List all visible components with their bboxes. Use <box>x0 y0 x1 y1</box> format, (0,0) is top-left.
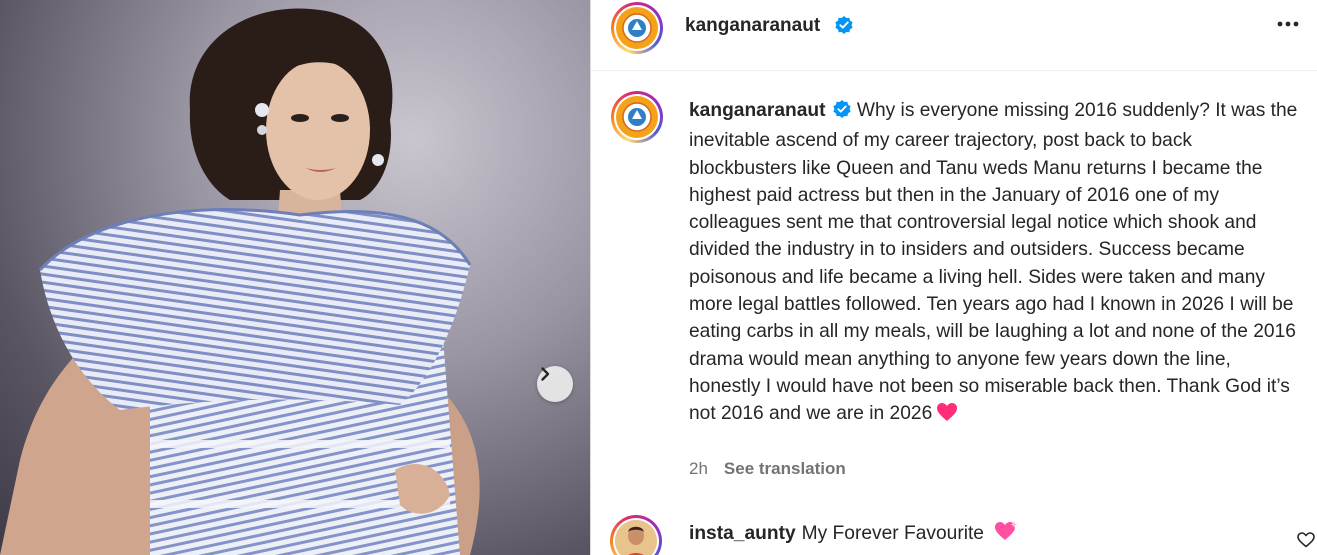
commenter-photo <box>615 520 657 555</box>
author-avatar[interactable] <box>611 2 663 54</box>
post-timestamp: 2h <box>689 459 708 478</box>
author-logo-icon <box>616 96 658 138</box>
more-horizontal-icon <box>1277 21 1299 27</box>
caption-block: kanganaranaut Why is everyone missing 20… <box>591 71 1317 501</box>
more-options-button[interactable] <box>1273 14 1303 34</box>
verified-badge-icon <box>834 15 854 40</box>
post-header: kanganaranaut <box>591 0 1317 71</box>
author-logo-icon <box>616 7 658 49</box>
commenter-avatar[interactable] <box>610 515 662 555</box>
caption-username[interactable]: kanganaranaut <box>689 100 826 121</box>
sparkling-heart-icon <box>993 520 1019 548</box>
caption-author-avatar[interactable] <box>611 91 663 143</box>
chevron-right-icon <box>541 367 550 381</box>
comment-text: insta_aunty My Forever Favourite <box>689 520 1019 548</box>
post-caption: kanganaranaut Why is everyone missing 20… <box>689 97 1299 431</box>
commenter-username[interactable]: insta_aunty <box>689 523 796 544</box>
see-translation-link[interactable]: See translation <box>724 459 846 478</box>
caption-meta: 2h See translation <box>689 459 846 479</box>
pink-heart-icon <box>936 402 958 430</box>
post-photo-illustration <box>0 8 480 555</box>
post-image[interactable] <box>0 0 590 555</box>
comment-row: insta_aunty My Forever Favourite <box>591 508 1317 555</box>
like-comment-button[interactable] <box>1297 532 1315 553</box>
caption-text: Why is everyone missing 2016 suddenly? I… <box>689 100 1298 425</box>
next-image-button[interactable] <box>537 366 573 402</box>
heart-outline-icon <box>1297 532 1315 548</box>
comment-body: My Forever Favourite <box>801 523 984 544</box>
verified-badge-icon <box>832 99 852 127</box>
author-username[interactable]: kanganaranaut <box>685 15 820 37</box>
